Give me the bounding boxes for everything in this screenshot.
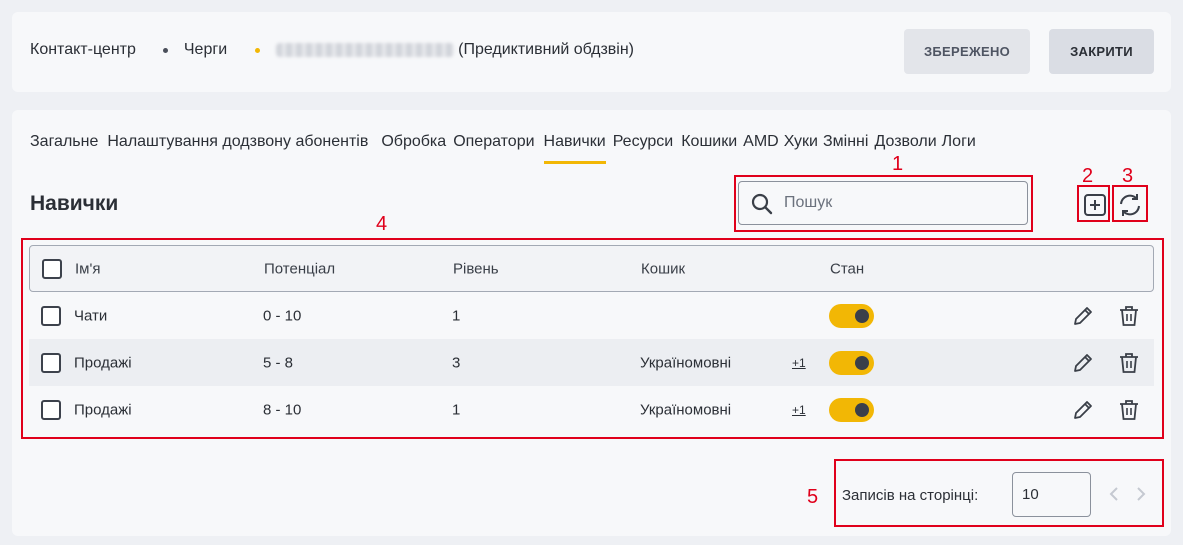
- tab-operators[interactable]: Оператори: [453, 133, 534, 164]
- tab-hooks[interactable]: Хуки: [784, 133, 818, 164]
- annotation-number-1: 1: [892, 153, 904, 175]
- header-bar: Контакт-центр Черги (Предиктивний обдзві…: [12, 12, 1171, 92]
- tab-processing[interactable]: Обробка: [381, 133, 446, 164]
- tab-resources[interactable]: Ресурси: [613, 133, 674, 164]
- tab-variables[interactable]: Змінні: [823, 133, 868, 164]
- section-title: Навички: [30, 192, 119, 215]
- saved-button[interactable]: ЗБЕРЕЖЕНО: [904, 29, 1030, 74]
- tab-baskets[interactable]: Кошики: [681, 133, 737, 164]
- annotation-number-5: 5: [807, 486, 819, 508]
- tab-bar: Загальне Налаштування додзвону абонентів…: [30, 133, 985, 164]
- tab-permissions[interactable]: Дозволи: [874, 133, 936, 164]
- annotation-box-pagination: [834, 459, 1164, 527]
- breadcrumb: Контакт-центр Черги (Предиктивний обдзві…: [30, 41, 634, 59]
- annotation-number-4: 4: [376, 213, 388, 235]
- breadcrumb-separator: [162, 47, 168, 53]
- close-button[interactable]: ЗАКРИТИ: [1049, 29, 1154, 74]
- tab-general[interactable]: Загальне: [30, 133, 98, 164]
- tab-skills[interactable]: Навички: [543, 133, 606, 164]
- blurred-queue-name: [276, 43, 455, 57]
- annotation-box-table: [21, 238, 1164, 439]
- tab-dial-settings[interactable]: Налаштування додзвону абонентів: [107, 133, 368, 164]
- tab-amd[interactable]: AMD: [743, 133, 779, 164]
- tab-logs[interactable]: Логи: [942, 133, 976, 164]
- annotation-box-refresh: [1112, 185, 1148, 222]
- breadcrumb-contact-center[interactable]: Контакт-центр: [30, 41, 136, 59]
- breadcrumb-current-queue: (Предиктивний обдзвін): [458, 41, 635, 58]
- breadcrumb-separator-active: [255, 47, 261, 53]
- breadcrumb-queues[interactable]: Черги: [184, 41, 227, 59]
- annotation-number-3: 3: [1122, 165, 1134, 187]
- annotation-box-search: [734, 175, 1033, 232]
- annotation-box-add: [1077, 185, 1110, 222]
- annotation-number-2: 2: [1082, 165, 1094, 187]
